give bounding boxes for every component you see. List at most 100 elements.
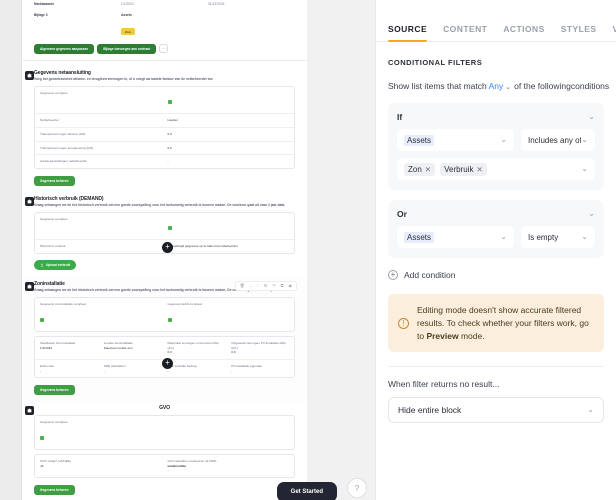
divider [35, 154, 294, 156]
get-started-button[interactable]: Get Started [276, 482, 337, 500]
field-value: - [231, 368, 233, 373]
match-prefix-text: Show list items that match [388, 81, 487, 91]
upload-icon [40, 263, 44, 267]
field-row: Startdatum Zon-installatie 1/1/2024 Loca… [40, 341, 289, 355]
field-label: Netbeheerder [40, 118, 59, 123]
manage-data-button[interactable]: Gegevens beheren [34, 484, 75, 495]
field-row: Gegevens compleet [40, 420, 289, 445]
alert-icon: ! [398, 317, 409, 329]
chevron-down-icon[interactable]: ⌄ [505, 84, 511, 91]
field-value: - [167, 468, 169, 473]
field-row: Aantal aansluitingen netbeheerder - [40, 159, 289, 164]
condition-row: Assets ⌄ Includes any of ⌄ [397, 129, 595, 151]
canvas-page: Marktwaarde 1/1/2024 31/12/2024 Bijlage … [22, 0, 307, 500]
chevron-down-icon[interactable]: ⌄ [588, 210, 595, 218]
add-block-button[interactable]: + [162, 242, 173, 253]
condition-values-select[interactable]: Zon ✕ Verbruik ✕ ⌄ [397, 158, 595, 180]
field-value: JA [40, 463, 44, 468]
field: GVO aantallen voorkeuren uit MWh wind/zo… [168, 459, 290, 473]
plus-circle-icon: + [388, 270, 398, 280]
tab-actions[interactable]: ACTIONS [503, 24, 544, 41]
divider [388, 366, 604, 368]
field-value: 1/1/2024 [120, 2, 134, 6]
field: Gegevens EAN compleet [167, 302, 290, 327]
add-condition-button[interactable]: + Add condition [388, 270, 604, 280]
field-row: Transportvermogen afname (kW) 0,0 [40, 132, 289, 137]
manage-data-button[interactable]: Gegevens beheren [34, 385, 75, 396]
add-condition-label: Add condition [404, 270, 456, 280]
manage-data-button[interactable]: Gegevens beheren [34, 175, 75, 186]
editor-canvas: Marktwaarde 1/1/2024 31/12/2024 Bijlage … [0, 0, 375, 500]
check-icon [167, 226, 172, 231]
field: Maximaal vermogen omvormers kWp (AC) 0,0 [168, 341, 226, 355]
field-row: Gegevens compleet [40, 91, 289, 109]
trash-icon[interactable]: 🗑 [240, 283, 245, 288]
field-label: Transportvermogen afname (kW) [40, 131, 86, 136]
field-row: Netbeheerder Liander [40, 118, 289, 123]
summary-cell: Assets Zon [120, 12, 208, 38]
condition-field-select[interactable]: Assets ⌄ [397, 226, 514, 248]
condition-value-chips: Zon ✕ Verbruik ✕ [404, 162, 487, 176]
divider [35, 239, 294, 241]
condition-field-select[interactable]: Assets ⌄ [397, 129, 514, 151]
value-chip[interactable]: Zon ✕ [404, 162, 436, 176]
block-subtitle: Graag ontvangen we de het historisch ver… [34, 203, 286, 208]
tab-source[interactable]: SOURCE [388, 24, 428, 42]
field-label: Aantal aansluitingen netbeheerder [40, 159, 88, 164]
condition-comparator-select[interactable]: Includes any of ⌄ [521, 129, 595, 151]
notice-text: Editing mode doesn't show accurate filte… [417, 304, 594, 342]
add-block-button[interactable]: + [162, 358, 173, 369]
field-value: Liander [167, 118, 178, 123]
close-icon[interactable]: ✕ [476, 165, 482, 174]
condition-comparator-select[interactable]: Is empty ⌄ [521, 226, 595, 248]
upload-verbruik-button[interactable]: Upload verbruik [34, 259, 77, 270]
close-icon[interactable]: ✕ [425, 165, 431, 174]
check-icon [167, 318, 172, 323]
field-row: Gegevens compleet [40, 217, 289, 235]
ellipsis-icon[interactable]: ⋯ [159, 44, 169, 54]
divider [35, 113, 294, 115]
field-label: Assets [120, 12, 132, 17]
divider [35, 126, 294, 128]
value-chip[interactable]: Verbruik ✕ [440, 162, 487, 176]
tab-content[interactable]: CONTENT [443, 24, 487, 41]
tab-visibility[interactable]: VISIBILITY [612, 24, 616, 41]
condition-group-or: Or ⌄ Assets ⌄ Is empty ⌄ [388, 200, 604, 258]
help-circle-icon[interactable]: ? [347, 478, 367, 498]
arrow-down-icon[interactable]: ↓ [250, 283, 252, 288]
redo-icon[interactable]: ↷ [272, 283, 275, 288]
arrow-up-icon[interactable]: ↑ [257, 283, 259, 288]
block-title: Historisch verbruik (DEMAND) [34, 195, 104, 202]
copy-icon[interactable]: ⧉ [281, 283, 284, 288]
block-historisch-verbruik[interactable]: Historisch verbruik (DEMAND) Graag ontva… [22, 193, 307, 278]
gear-icon[interactable]: ⚙ [264, 283, 268, 288]
eye-icon[interactable]: ◉ [289, 283, 293, 288]
match-mode-dropdown[interactable]: Any [489, 81, 504, 91]
add-attachment-button[interactable]: Bijlage toevoegen aan contract [97, 43, 157, 54]
field-label: Opgesteld vermogen PV-installatie kWp (D… [231, 341, 286, 350]
chevron-down-icon: ⌄ [500, 232, 507, 241]
chevron-down-icon: ⌄ [587, 405, 594, 415]
block-zoninstallatie[interactable]: 🗑 ↓ ↑ ⚙ ↷ ⧉ ◉ Zoninstallatie Graag ontva… [22, 277, 307, 403]
block-gvo[interactable]: GVO Gegevens compleet GVO nodig? (JA/NEE… [22, 402, 307, 500]
field: Netbeheerder [40, 118, 162, 123]
chevron-down-icon[interactable]: ⌄ [588, 113, 595, 121]
field: Gegevens compleet [40, 217, 162, 235]
briefcase-icon [25, 281, 34, 291]
field: Gegevens compleet [40, 91, 162, 109]
panel-body: CONDITIONAL FILTERS Show list items that… [376, 42, 616, 500]
condition-field-value: Assets [404, 134, 435, 146]
notice-line-2c: mode. [458, 330, 485, 341]
chevron-down-icon: ⌄ [500, 135, 507, 144]
field-row: GVO nodig? (JA/NEE) JA GVO aantallen voo… [40, 459, 289, 473]
block-toolbar[interactable]: 🗑 ↓ ↑ ⚙ ↷ ⧉ ◉ [234, 280, 297, 291]
field-value: 31/12/2024 [207, 2, 225, 6]
block-gegevens-netaansluiting[interactable]: Gegevens netaansluiting Voeg het gecontr… [22, 67, 307, 193]
no-result-select[interactable]: Hide entire block ⌄ [388, 397, 604, 424]
chip-label: Zon [408, 164, 422, 174]
field-label: Gegevens zoninstallatie compleet [40, 302, 87, 307]
chip-label: Verbruik [444, 164, 474, 174]
briefcase-icon [25, 196, 34, 206]
edit-general-data-button[interactable]: Algemene gegevens aanpassen [34, 43, 95, 54]
tab-styles[interactable]: STYLES [561, 24, 597, 41]
